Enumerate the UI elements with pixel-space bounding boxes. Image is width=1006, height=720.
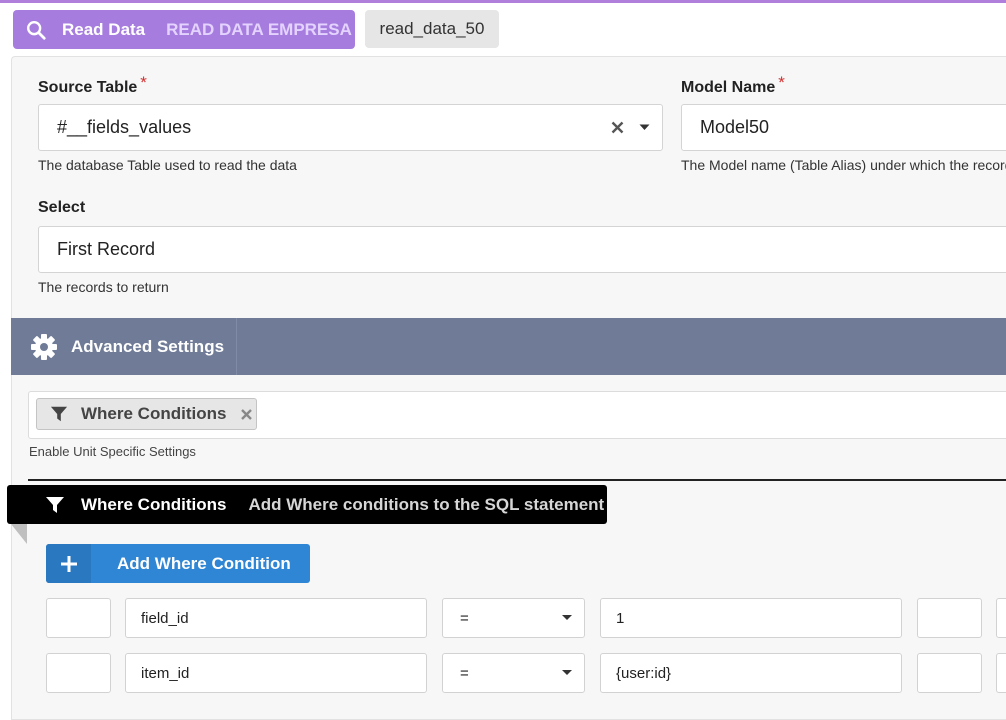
select-controls: [611, 105, 650, 150]
condition-field-input[interactable]: field_id: [125, 598, 427, 638]
select-value: First Record: [57, 239, 156, 259]
model-name-help: The Model name (Table Alias) under which…: [681, 157, 1006, 173]
source-table-label: Source Table *: [38, 73, 147, 97]
where-conditions-tag[interactable]: Where Conditions: [36, 398, 257, 430]
model-name-value: Model50: [700, 117, 770, 137]
condition-field-value: field_id: [141, 609, 189, 627]
model-name-label: Model Name *: [681, 73, 785, 97]
condition-prefix-input[interactable]: [46, 598, 111, 638]
clear-icon[interactable]: [611, 121, 624, 134]
condition-operator-value: =: [460, 609, 469, 627]
read-data-header-tab[interactable]: Read Data READ DATA EMPRESA: [13, 10, 355, 49]
gear-icon: [31, 333, 57, 360]
header-subtitle: READ DATA EMPRESA: [166, 19, 352, 39]
condition-suffix-input[interactable]: [917, 653, 982, 693]
top-accent-line: [0, 0, 1006, 3]
search-icon: [27, 20, 46, 40]
advanced-settings-label: Advanced Settings: [71, 336, 225, 356]
select-label: Select: [38, 199, 86, 216]
condition-extra-input[interactable]: [996, 653, 1006, 693]
unit-settings-select[interactable]: Where Conditions: [28, 391, 1006, 439]
chevron-down-icon: [562, 670, 572, 675]
source-table-help: The database Table used to read the data: [38, 157, 297, 173]
condition-prefix-input[interactable]: [46, 653, 111, 693]
condition-operator-value: =: [460, 664, 469, 682]
source-table-label-text: Source Table: [38, 79, 138, 96]
source-table-select[interactable]: #__fields_values: [38, 104, 663, 151]
select-help: The records to return: [38, 279, 169, 295]
add-where-condition-button[interactable]: Add Where Condition: [46, 544, 310, 583]
advanced-settings-bar: Advanced Settings: [11, 318, 1006, 375]
header-title: Read Data: [62, 19, 146, 39]
condition-value-input[interactable]: 1: [600, 598, 902, 638]
advanced-settings-tab[interactable]: Advanced Settings: [11, 318, 237, 375]
condition-suffix-input[interactable]: [917, 598, 982, 638]
condition-value: {user:id}: [616, 664, 672, 682]
chevron-down-icon: [562, 615, 572, 620]
source-table-value: #__fields_values: [57, 117, 192, 137]
model-name-input[interactable]: Model50: [681, 104, 1006, 151]
where-conditions-header: Where Conditions Add Where conditions to…: [7, 485, 607, 524]
select-records-dropdown[interactable]: First Record: [38, 226, 1006, 273]
condition-operator-select[interactable]: =: [442, 598, 585, 638]
condition-operator-select[interactable]: =: [442, 653, 585, 693]
unit-settings-help: Enable Unit Specific Settings: [29, 444, 196, 459]
where-conditions-title: Where Conditions: [81, 494, 227, 514]
model-name-label-text: Model Name: [681, 79, 776, 96]
required-mark: *: [140, 73, 147, 92]
add-where-condition-label: Add Where Condition: [117, 553, 291, 573]
filter-icon: [46, 496, 64, 513]
chevron-down-icon[interactable]: [639, 124, 650, 131]
filter-icon: [50, 406, 68, 422]
section-divider: [28, 479, 1006, 481]
ribbon-fold: [11, 524, 27, 544]
required-mark: *: [778, 73, 785, 92]
unit-id-chip[interactable]: read_data_50: [365, 10, 499, 48]
plus-icon: [46, 544, 91, 583]
condition-value: 1: [616, 609, 625, 627]
condition-field-value: item_id: [141, 664, 190, 682]
condition-field-input[interactable]: item_id: [125, 653, 427, 693]
where-conditions-description: Add Where conditions to the SQL statemen…: [248, 494, 605, 514]
condition-value-input[interactable]: {user:id}: [600, 653, 902, 693]
remove-tag-icon[interactable]: [240, 408, 253, 421]
condition-extra-input[interactable]: [996, 598, 1006, 638]
tag-label: Where Conditions: [81, 404, 227, 423]
